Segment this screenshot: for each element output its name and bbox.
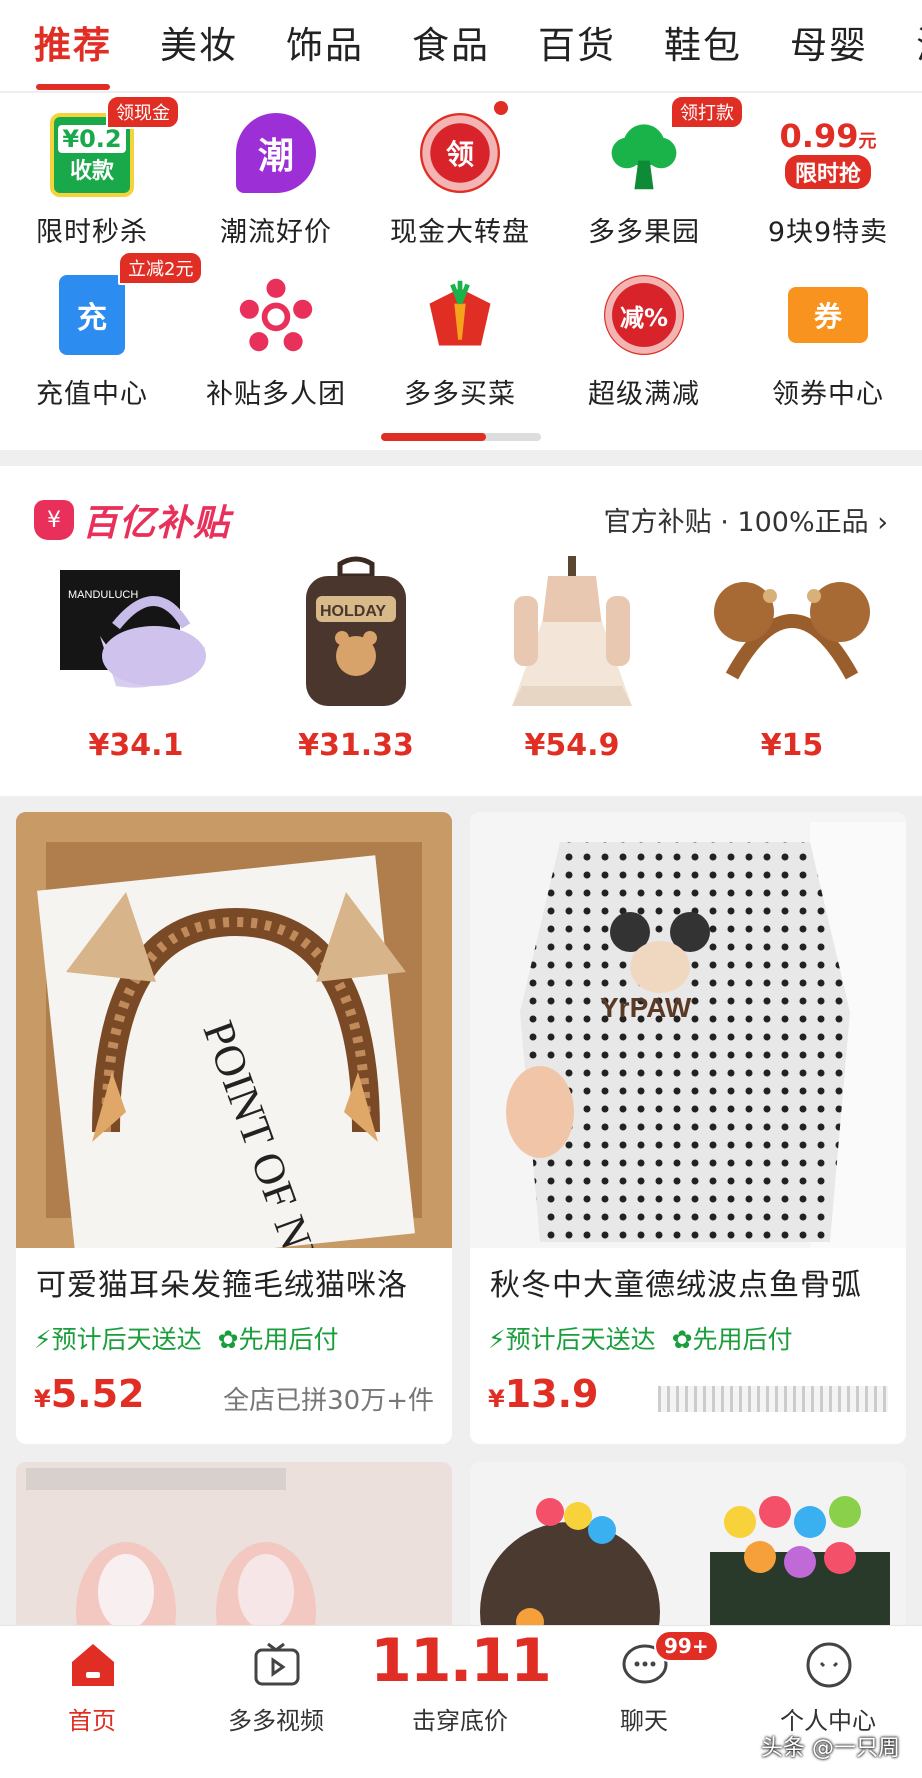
feature-tag: 领现金 xyxy=(106,95,180,129)
tab-accessories[interactable]: 饰品 xyxy=(286,0,364,91)
nav-label: 多多视频 xyxy=(228,1707,324,1735)
sold-count: 全店已拼30万+件 xyxy=(223,1386,434,1416)
pay-later-icon: ✿ xyxy=(671,1325,693,1354)
product-image xyxy=(712,556,872,716)
tab-shoes-bags[interactable]: 鞋包 xyxy=(664,0,742,91)
nav-label: 聊天 xyxy=(620,1707,668,1735)
pay-later-icon: ✿ xyxy=(217,1325,239,1354)
feature-label: 限时秒杀 xyxy=(36,217,148,248)
coupon-icon: 券 xyxy=(788,287,868,343)
feature-recharge[interactable]: 充 立减2元 充值中心 xyxy=(0,251,204,415)
feature-cash-wheel[interactable]: 领 现金大转盘 xyxy=(368,93,552,253)
chevron-right-icon: › xyxy=(877,507,888,538)
subsidy-item[interactable]: HOLDAY ¥31.33 xyxy=(256,556,456,776)
feature-label: 充值中心 xyxy=(36,379,148,410)
product-price: ¥5.52 xyxy=(34,1372,145,1416)
feature-label: 补贴多人团 xyxy=(206,379,346,410)
feature-coupon-center[interactable]: 券 领券中心 xyxy=(736,255,920,415)
trend-icon: 潮 xyxy=(236,113,316,193)
product-image: YrPAW xyxy=(470,812,906,1248)
product-badges: ⚡预计后天送达 ✿先用后付 xyxy=(34,1325,339,1354)
feature-orchard[interactable]: 领打款 多多果园 xyxy=(552,93,744,253)
lightning-icon: ⚡ xyxy=(488,1325,506,1354)
product-title: 可爱猫耳朵发箍毛绒猫咪洛 xyxy=(36,1268,408,1303)
product-card[interactable]: YrPAW 秋冬中大童德绒波点鱼骨弧 ⚡预计后天送达 ✿先用后付 ¥13.9 xyxy=(470,812,906,1444)
feature-label: 现金大转盘 xyxy=(390,217,530,248)
money-bag-icon: ¥ xyxy=(34,500,74,540)
product-card[interactable]: POINT OF NEW 可爱猫耳朵发箍毛绒猫咪洛 ⚡预计后天送达 ✿先用后付 … xyxy=(16,812,452,1444)
product-title: 秋冬中大童德绒波点鱼骨弧 xyxy=(490,1268,862,1303)
feature-grocery[interactable]: 多多买菜 xyxy=(368,255,552,415)
feature-super-discount[interactable]: 减% 超级满减 xyxy=(552,255,736,415)
tab-food[interactable]: 食品 xyxy=(412,0,490,91)
subsidy-price: ¥34.1 xyxy=(88,728,184,763)
feature-label: 超级满减 xyxy=(588,379,700,410)
tab-household[interactable]: 百货 xyxy=(538,0,616,91)
nav-label: 击穿底价 xyxy=(412,1707,508,1735)
wheel-icon: 领 xyxy=(420,113,500,193)
carrot-icon xyxy=(420,275,500,355)
category-tabs: 推荐 美妆 饰品 食品 百货 鞋包 母婴 海 xyxy=(0,0,922,92)
feature-label: 9块9特卖 xyxy=(767,217,889,248)
subsidy-item[interactable]: MANDULUCH ¥34.1 xyxy=(36,556,236,776)
sale-icon: 0.99元 限时抢 xyxy=(779,117,877,189)
discount-icon: 减% xyxy=(604,275,684,355)
video-icon xyxy=(252,1640,302,1694)
svg-text:YrPAW: YrPAW xyxy=(600,992,692,1023)
product-price: ¥13.9 xyxy=(488,1372,599,1416)
watermark: 头条 @一只周 xyxy=(761,1736,900,1761)
product-image: MANDULUCH xyxy=(56,556,216,716)
product-image xyxy=(492,556,652,716)
feature-flash-sale[interactable]: ¥0.2 收款 领现金 限时秒杀 xyxy=(0,93,184,253)
tab-overseas[interactable]: 海 xyxy=(916,0,922,91)
svg-text:HOLDAY: HOLDAY xyxy=(320,603,386,620)
feature-grid: ¥0.2 收款 领现金 限时秒杀 潮 潮流好价 领 现金大转盘 领打款 多多果园… xyxy=(0,93,922,450)
feature-label: 潮流好价 xyxy=(220,217,332,248)
product-image: HOLDAY xyxy=(276,556,436,716)
nav-double-eleven[interactable]: 11.11 击穿底价 xyxy=(368,1626,552,1778)
feature-tag: 领打款 xyxy=(670,95,744,129)
feature-nine-nine-sale[interactable]: 0.99元 限时抢 9块9特卖 xyxy=(736,93,920,253)
subsidy-description[interactable]: 官方补贴 · 100%正品 › xyxy=(604,500,888,539)
subsidy-price: ¥54.9 xyxy=(524,728,620,763)
feature-scroll-indicator xyxy=(381,433,541,441)
profile-icon xyxy=(804,1640,854,1694)
nav-video[interactable]: 多多视频 xyxy=(184,1626,368,1778)
svg-text:MANDULUCH: MANDULUCH xyxy=(68,589,138,601)
subsidy-title: 百亿补贴 xyxy=(82,503,231,544)
feature-group-buy[interactable]: 补贴多人团 xyxy=(184,255,368,415)
tab-mother-baby[interactable]: 母婴 xyxy=(790,0,868,91)
tab-recommend[interactable]: 推荐 xyxy=(34,0,112,91)
product-image: POINT OF NEW xyxy=(16,812,452,1248)
nav-home[interactable]: 首页 xyxy=(0,1626,184,1778)
subsidy-section[interactable]: ¥ 百亿补贴 官方补贴 · 100%正品 › MANDULUCH ¥34.1 H… xyxy=(0,466,922,796)
feature-label: 多多果园 xyxy=(588,217,700,248)
lightning-icon: ⚡ xyxy=(34,1325,52,1354)
feature-label: 领券中心 xyxy=(772,379,884,410)
double-eleven-icon: 11.11 xyxy=(370,1626,552,1696)
subsidy-item[interactable]: ¥54.9 xyxy=(472,556,672,776)
subsidy-price: ¥31.33 xyxy=(298,728,414,763)
subsidy-item[interactable]: ¥15 xyxy=(692,556,892,776)
feature-label: 多多买菜 xyxy=(404,379,516,410)
product-badges: ⚡预计后天送达 ✿先用后付 xyxy=(488,1325,793,1354)
sold-count-blurred xyxy=(658,1386,888,1412)
chat-badge: 99+ xyxy=(654,1630,719,1662)
subsidy-logo: ¥ 百亿补贴 xyxy=(34,494,230,546)
home-icon xyxy=(68,1640,118,1694)
group-icon xyxy=(236,275,316,355)
recharge-icon: 充 xyxy=(59,275,125,355)
nav-chat[interactable]: 99+ 聊天 xyxy=(552,1626,736,1778)
tab-beauty[interactable]: 美妆 xyxy=(160,0,238,91)
subsidy-price: ¥15 xyxy=(760,728,824,763)
feature-trend-deals[interactable]: 潮 潮流好价 xyxy=(184,93,368,253)
nav-label: 首页 xyxy=(68,1707,116,1735)
notification-dot xyxy=(492,99,510,117)
